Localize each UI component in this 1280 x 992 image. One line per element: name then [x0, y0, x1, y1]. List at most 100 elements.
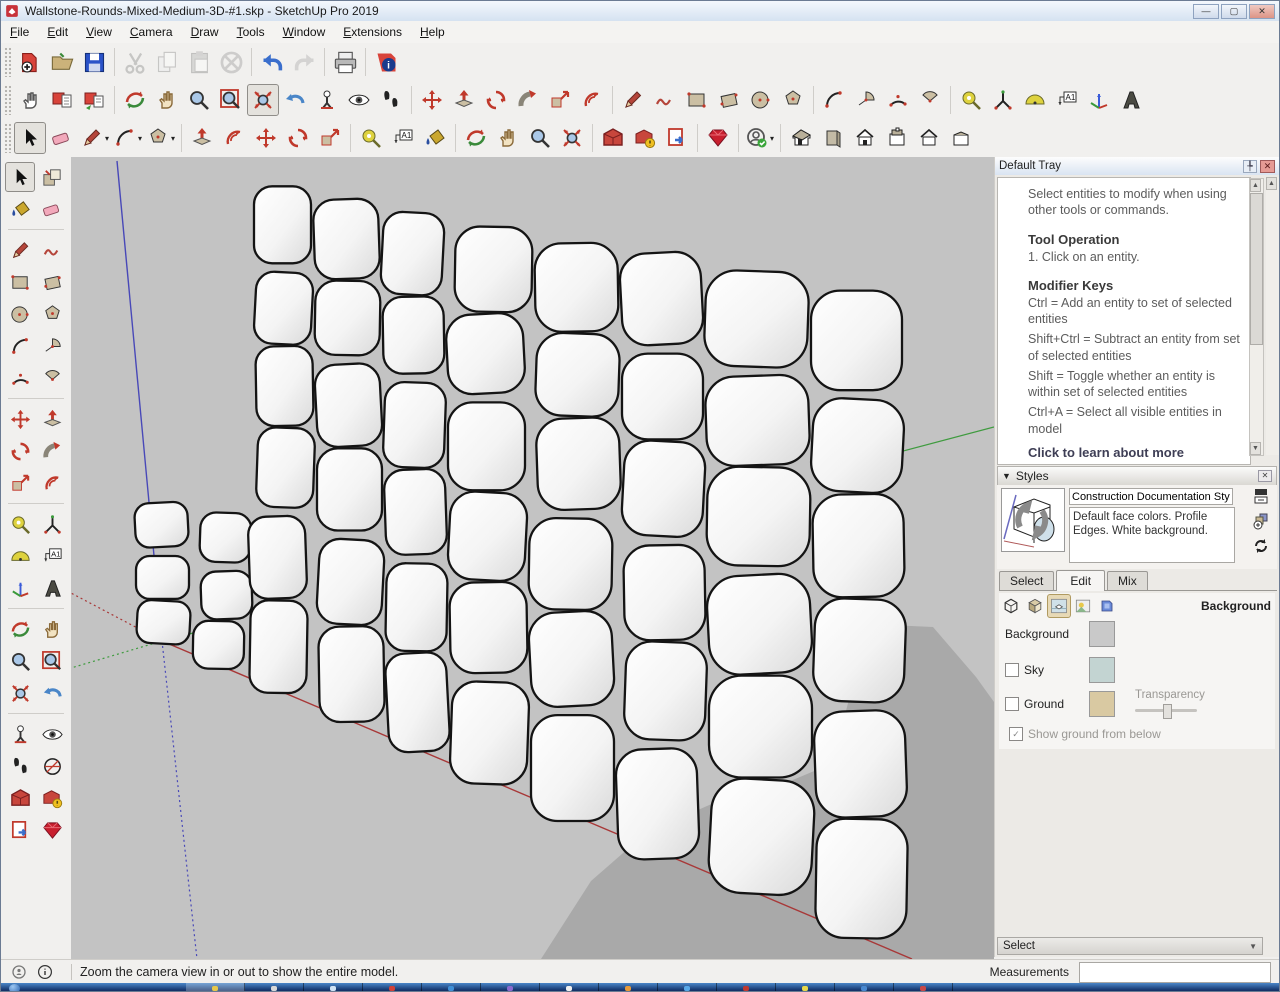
copy-button[interactable]	[151, 46, 183, 78]
three-point-arc-button[interactable]	[882, 84, 914, 116]
edge-settings-button[interactable]	[999, 594, 1023, 618]
taskbar-app-button[interactable]	[186, 983, 245, 991]
taskbar-app-button[interactable]	[599, 983, 658, 991]
pie-button[interactable]	[37, 363, 67, 393]
minimize-button[interactable]: —	[1193, 3, 1219, 19]
scrollbar-thumb[interactable]	[1250, 193, 1263, 345]
extension-warehouse-button[interactable]	[37, 815, 67, 845]
paste-button[interactable]	[183, 46, 215, 78]
text-button[interactable]: A1	[1051, 84, 1083, 116]
zoom-previous-button[interactable]	[37, 678, 67, 708]
info-icon[interactable]	[37, 964, 53, 980]
close-button[interactable]: ✕	[1249, 3, 1275, 19]
line-button[interactable]	[617, 84, 649, 116]
tray-close-icon[interactable]: ✕	[1260, 159, 1275, 173]
tab-edit[interactable]: Edit	[1056, 570, 1106, 591]
sky-swatch[interactable]	[1089, 657, 1115, 683]
line-button[interactable]: ▾	[78, 122, 111, 154]
dropdown-caret-icon[interactable]: ▾	[105, 134, 109, 143]
geolocation-icon[interactable]	[11, 964, 27, 980]
style-name-input[interactable]	[1069, 488, 1233, 505]
taskbar-app-button[interactable]	[717, 983, 776, 991]
eraser-button[interactable]	[37, 194, 67, 224]
share-component-button[interactable]	[661, 122, 693, 154]
rotated-rectangle-button[interactable]	[713, 84, 745, 116]
scale-button[interactable]	[544, 84, 576, 116]
paint-bucket-button[interactable]	[419, 122, 451, 154]
collapsed-panel-select[interactable]: Select ▼	[997, 937, 1263, 955]
position-camera-button[interactable]	[5, 719, 35, 749]
slider-thumb[interactable]	[1162, 704, 1172, 719]
make-component-button[interactable]	[37, 162, 67, 192]
dropdown-caret-icon[interactable]: ▾	[138, 134, 142, 143]
menu-help[interactable]: Help	[411, 22, 454, 42]
pan-button[interactable]	[151, 84, 183, 116]
arc-button[interactable]	[818, 84, 850, 116]
cut-button[interactable]	[119, 46, 151, 78]
scale-button[interactable]	[5, 468, 35, 498]
push-pull-button[interactable]	[448, 84, 480, 116]
offset-button[interactable]	[218, 122, 250, 154]
component-options-button[interactable]	[46, 84, 78, 116]
zoom-window-button[interactable]	[215, 84, 247, 116]
scale-button[interactable]	[314, 122, 346, 154]
sky-checkbox[interactable]	[1005, 663, 1019, 677]
pan-button[interactable]	[37, 614, 67, 644]
orbit-button[interactable]	[5, 614, 35, 644]
dimension-button[interactable]	[987, 84, 1019, 116]
update-style-icon[interactable]	[1251, 537, 1271, 557]
model-canvas[interactable]	[70, 157, 995, 960]
styles-panel-header[interactable]: ▼ Styles ✕	[997, 466, 1277, 486]
polygon-button[interactable]	[777, 84, 809, 116]
rectangle-button[interactable]	[5, 267, 35, 297]
undo-button[interactable]	[256, 46, 288, 78]
menu-edit[interactable]: Edit	[38, 22, 77, 42]
pie-button[interactable]	[914, 84, 946, 116]
tape-measure-button[interactable]	[5, 509, 35, 539]
taskbar-app-button[interactable]	[481, 983, 540, 991]
rectangle-button[interactable]	[681, 84, 713, 116]
pin-icon[interactable]: ╄	[1243, 159, 1257, 173]
view-right-button[interactable]	[945, 122, 977, 154]
scroll-down-icon[interactable]: ▼	[1250, 442, 1261, 455]
start-orb-icon[interactable]	[9, 983, 20, 991]
create-style-icon[interactable]	[1251, 512, 1271, 532]
share-model-button[interactable]	[37, 783, 67, 813]
move-button[interactable]	[5, 404, 35, 434]
taskbar-app-button[interactable]	[658, 983, 717, 991]
rotate-button[interactable]	[480, 84, 512, 116]
shapes-button[interactable]: ▾	[144, 122, 177, 154]
toolbar-grip[interactable]	[4, 123, 11, 153]
tab-select[interactable]: Select	[999, 571, 1055, 590]
freehand-button[interactable]	[649, 84, 681, 116]
taskbar-app-button[interactable]	[894, 983, 953, 991]
two-point-arc-button[interactable]	[37, 331, 67, 361]
text-button[interactable]: A1	[37, 541, 67, 571]
offset-button[interactable]	[37, 468, 67, 498]
taskbar-app-button[interactable]	[304, 983, 363, 991]
move-button[interactable]	[250, 122, 282, 154]
save-button[interactable]	[78, 46, 110, 78]
look-around-button[interactable]	[37, 719, 67, 749]
tape-measure-button[interactable]	[355, 122, 387, 154]
rotate-button[interactable]	[5, 436, 35, 466]
orbit-button[interactable]	[460, 122, 492, 154]
taskbar-app-button[interactable]	[245, 983, 304, 991]
circle-button[interactable]	[745, 84, 777, 116]
ground-checkbox[interactable]	[1005, 697, 1019, 711]
tape-measure-button[interactable]	[955, 84, 987, 116]
maximize-button[interactable]: ▢	[1221, 3, 1247, 19]
model-info-button[interactable]: i	[370, 46, 402, 78]
rotated-rectangle-button[interactable]	[37, 267, 67, 297]
tray-header[interactable]: Default Tray ╄ ✕	[995, 157, 1279, 175]
measurements-input[interactable]	[1079, 961, 1271, 983]
taskbar-app-button[interactable]	[540, 983, 599, 991]
menu-window[interactable]: Window	[274, 22, 335, 42]
view-top-button[interactable]	[881, 122, 913, 154]
open-button[interactable]	[46, 46, 78, 78]
redo-button[interactable]	[288, 46, 320, 78]
menu-extensions[interactable]: Extensions	[334, 22, 411, 42]
paint-bucket-button[interactable]	[5, 194, 35, 224]
3d-warehouse-button[interactable]	[5, 783, 35, 813]
line-button[interactable]	[5, 235, 35, 265]
